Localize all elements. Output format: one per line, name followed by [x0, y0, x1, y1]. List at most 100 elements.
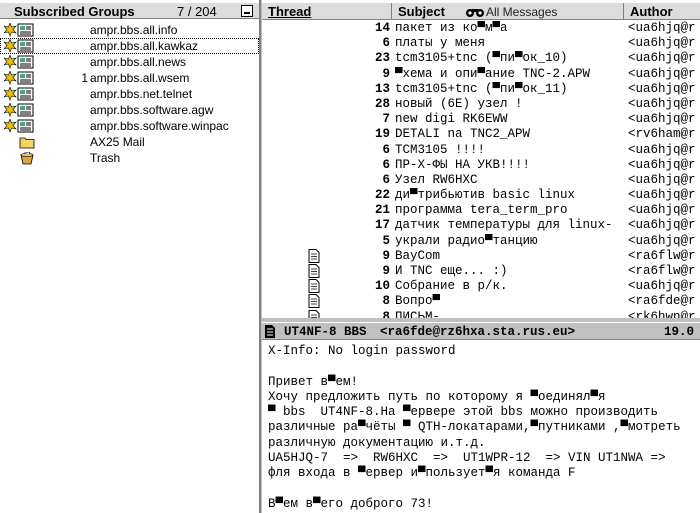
- thread-count: 23: [374, 51, 390, 66]
- thread-row[interactable]: 10 Собрание в р/к. <ua6hjq@r: [262, 279, 700, 294]
- newsgroup-icon: [3, 38, 36, 53]
- thread-subject: new digi RK6EWW: [395, 112, 508, 127]
- document-icon: [308, 294, 320, 309]
- thread-subject: Собрание в р/к.: [395, 279, 508, 294]
- thread-author: <rv6ham@r: [628, 127, 696, 142]
- thread-list: 14 пакет из ко▀м▀а <ua6hjq@r 6 платы у меня <…: [262, 21, 700, 340]
- thread-row[interactable]: 6 TCM3105 !!!! <ua6hjq@r: [262, 143, 700, 158]
- thread-author: <ua6hjq@r: [628, 96, 696, 111]
- thread-author: <ua6hjq@r: [628, 81, 696, 96]
- thread-row[interactable]: 7 new digi RK6EWW <ua6hjq@r: [262, 112, 700, 127]
- thread-author: <ra6flw@r: [628, 248, 696, 263]
- thread-subject: программа tera_term_pro: [395, 203, 568, 218]
- thread-subject: ▀хема и опи▀ание TNC-2.APW: [395, 66, 591, 81]
- thread-author: <ua6hjq@r: [628, 51, 696, 66]
- group-label: ampr.bbs.all.info: [90, 23, 178, 37]
- thread-subject: tcm3105+tnc (▀пи▀ок_10): [395, 51, 568, 66]
- group-item[interactable]: ampr.bbs.all.news: [0, 54, 259, 70]
- thread-row[interactable]: 14 пакет из ко▀м▀а <ua6hjq@r: [262, 21, 700, 36]
- thread-count: 19: [374, 127, 390, 142]
- group-item[interactable]: AX25 Mail: [0, 134, 259, 150]
- group-item[interactable]: ampr.bbs.net.telnet: [0, 86, 259, 102]
- thread-row[interactable]: 23 tcm3105+tnc (▀пи▀ок_10) <ua6hjq@r: [262, 51, 700, 66]
- document-icon: [308, 279, 320, 294]
- thread-table-header: Thread Subject All Messages Author: [262, 2, 700, 20]
- thread-count: 6: [382, 172, 390, 187]
- thread-author: <ra6fde@r: [628, 294, 696, 309]
- thread-count: 13: [374, 81, 390, 96]
- thread-row[interactable]: 19 DETALI na TNC2_APW <rv6ham@r: [262, 127, 700, 142]
- thread-subject: И TNC еще... :): [395, 264, 508, 278]
- thread-subject: платы у меня: [395, 36, 486, 51]
- thread-author: <ua6hjq@r: [628, 218, 696, 233]
- thread-author: <ua6hjq@r: [628, 36, 696, 51]
- thread-count: 6: [382, 157, 390, 172]
- thread-row[interactable]: 6 Узел RW6HXC <ua6hjq@r: [262, 173, 700, 188]
- thread-count: 17: [374, 218, 390, 233]
- groups-pane: Subscribed Groups 7 / 204 ampr.bbs.all.i…: [0, 0, 261, 513]
- document-icon: [308, 264, 320, 278]
- group-label: ampr.bbs.net.telnet: [90, 87, 193, 101]
- thread-author: <ua6hjq@r: [628, 233, 696, 248]
- thread-row[interactable]: 9 BayCom <ra6flw@r: [262, 248, 700, 264]
- group-item[interactable]: Trash: [0, 150, 259, 166]
- thread-count: 8: [382, 294, 390, 309]
- group-item[interactable]: ampr.bbs.all.kawkaz: [0, 38, 259, 54]
- thread-count: 6: [382, 36, 390, 51]
- message-subject: UT4NF-8 BBS: [284, 325, 367, 339]
- thread-row[interactable]: 6 ПР-Х-ФЫ НА УКВ!!!! <ua6hjq@r: [262, 158, 700, 173]
- thread-author: <ua6hjq@r: [628, 142, 696, 157]
- newsgroup-icon: [3, 118, 36, 133]
- thread-author: <ua6hjq@r: [628, 279, 696, 294]
- group-label: ampr.bbs.all.kawkaz: [90, 39, 199, 53]
- thread-author: <ua6hjq@r: [628, 188, 696, 203]
- group-unread-count: 1: [81, 71, 88, 85]
- thread-author: <ua6hjq@r: [628, 112, 696, 127]
- thread-row[interactable]: 8 Вопро▀ <ra6fde@r: [262, 294, 700, 309]
- thread-row[interactable]: 22 ди▀трибьютив basic linux <ua6hjq@r: [262, 188, 700, 203]
- thread-author: <ua6hjq@r: [628, 66, 696, 81]
- groups-header: Subscribed Groups 7 / 204: [0, 2, 259, 19]
- thread-row[interactable]: 9 ▀хема и опи▀ание TNC-2.APW <ua6hjq@r: [262, 67, 700, 82]
- groups-count: 7 / 204: [177, 4, 217, 19]
- thread-subject: tcm3105+tnc (▀пи▀ок_11): [395, 81, 568, 96]
- group-item[interactable]: ampr.bbs.software.agw: [0, 102, 259, 118]
- trash-icon: [4, 151, 36, 165]
- group-label: ampr.bbs.all.wsem: [90, 71, 190, 85]
- group-label: AX25 Mail: [90, 135, 145, 149]
- close-pane-icon[interactable]: [241, 5, 253, 17]
- threads-pane: Thread Subject All Messages Author 14 пак…: [262, 0, 700, 513]
- binoculars-icon[interactable]: [465, 6, 487, 18]
- thread-subject: DETALI na TNC2_APW: [395, 127, 531, 142]
- thread-subject: датчик температуры для linux-: [395, 218, 613, 233]
- filter-all-messages[interactable]: All Messages: [486, 5, 557, 19]
- thread-row[interactable]: 6 платы у меня <ua6hjq@r: [262, 36, 700, 51]
- thread-subject: BayCom: [395, 248, 441, 263]
- thread-row[interactable]: 17 датчик температуры для linux- <ua6hjq@r: [262, 218, 700, 233]
- thread-count: 9: [382, 66, 390, 81]
- thread-subject: Вопро▀: [395, 294, 441, 309]
- thread-subject: пакет из ко▀м▀а: [395, 21, 508, 35]
- newsgroup-icon: [3, 102, 36, 117]
- col-header-author[interactable]: Author: [624, 3, 700, 20]
- thread-row[interactable]: 5 украли радио▀танцию <ua6hjq@r: [262, 234, 700, 249]
- thread-row[interactable]: 9 И TNC еще... :) <ra6flw@r: [262, 264, 700, 279]
- message-from: <ra6fde@rz6hxa.sta.rus.eu>: [380, 325, 576, 339]
- thread-count: 5: [382, 233, 390, 248]
- col-header-thread[interactable]: Thread: [262, 3, 392, 20]
- group-label: ampr.bbs.software.agw: [90, 103, 214, 117]
- thread-author: <ua6hjq@r: [628, 157, 696, 172]
- thread-count: 22: [374, 188, 390, 203]
- thread-row[interactable]: 21 программа tera_term_pro <ua6hjq@r: [262, 203, 700, 218]
- thread-count: 9: [382, 248, 390, 263]
- group-item[interactable]: ampr.bbs.all.info: [0, 22, 259, 38]
- thread-count: 14: [374, 21, 390, 35]
- thread-subject: TCM3105 !!!!: [395, 142, 486, 157]
- group-item[interactable]: 1 ampr.bbs.all.wsem: [0, 70, 259, 86]
- thread-row[interactable]: 13 tcm3105+tnc (▀пи▀ок_11) <ua6hjq@r: [262, 82, 700, 97]
- newsgroup-icon: [3, 70, 36, 85]
- groups-title: Subscribed Groups: [14, 4, 135, 19]
- thread-row[interactable]: 28 новый (6Е) узел ! <ua6hjq@r: [262, 97, 700, 112]
- pane-divider[interactable]: [259, 0, 261, 513]
- group-item[interactable]: ampr.bbs.software.winpac: [0, 118, 259, 134]
